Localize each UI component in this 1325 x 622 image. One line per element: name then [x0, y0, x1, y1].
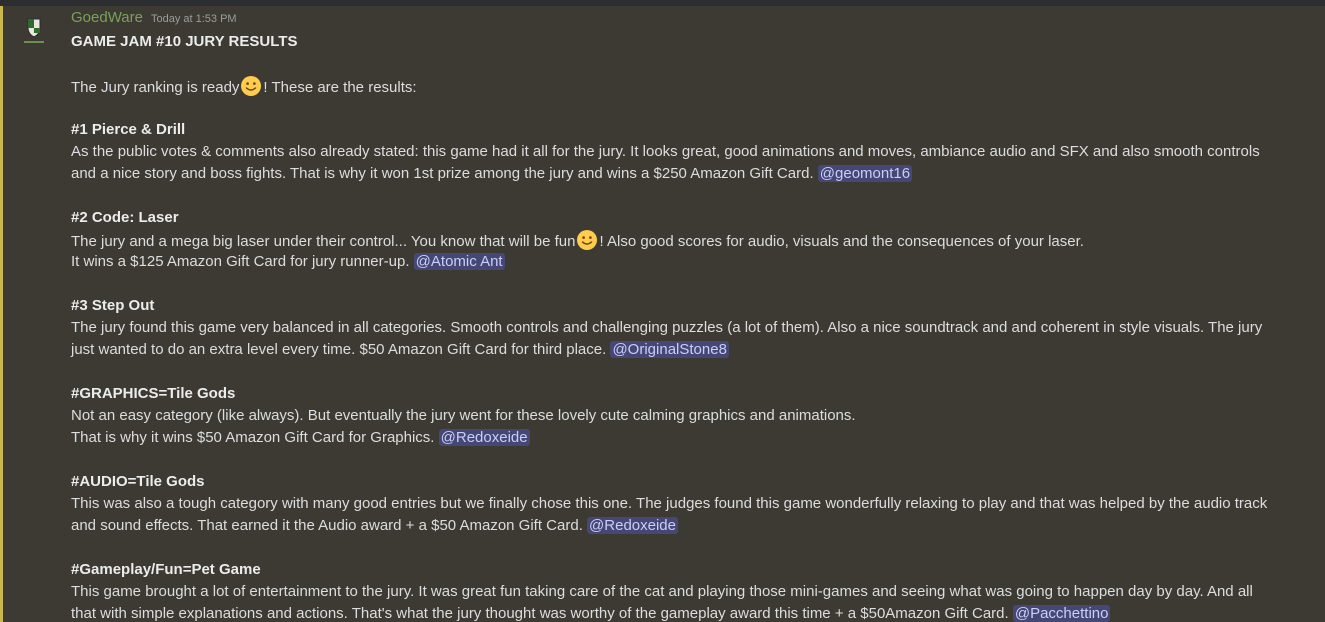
section-text: just wanted to do an extra level every t…: [71, 341, 729, 358]
section-heading: #AUDIO=Tile Gods: [71, 473, 205, 490]
section-heading: #1 Pierce & Drill: [71, 121, 186, 138]
section-heading: #Gameplay/Fun=Pet Game: [71, 561, 261, 578]
section-text: It wins a $125 Amazon Gift Card for jury…: [71, 253, 505, 270]
section-text: and a nice story and boss fights. That i…: [71, 165, 913, 182]
message-header: GoedWare Today at 1:53 PM: [71, 9, 1311, 31]
slightly-smiling-face-icon[interactable]: [576, 229, 598, 251]
intro-line: The Jury ranking is ready! These are the…: [71, 75, 1311, 97]
section-text: That is why it wins $50 Amazon Gift Card…: [71, 429, 530, 446]
author-avatar[interactable]: [16, 14, 52, 50]
chat-message: GoedWare Today at 1:53 PM GAME JAM #10 J…: [71, 9, 1311, 622]
goedware-logo-icon: [16, 14, 52, 50]
section-text: and sound effects. That earned it the Au…: [71, 517, 678, 534]
user-mention[interactable]: @Atomic Ant: [413, 253, 505, 270]
user-mention[interactable]: @Redoxeide: [587, 517, 678, 534]
message-timestamp[interactable]: Today at 1:53 PM: [151, 13, 237, 25]
user-mention[interactable]: @geomont16: [817, 165, 913, 182]
user-mention[interactable]: @Pacchettino: [1012, 605, 1111, 622]
message-highlight-bar: [0, 6, 3, 622]
section-text: This was also a tough category with many…: [71, 495, 1268, 512]
slightly-smiling-face-icon[interactable]: [240, 75, 262, 97]
section-heading: #3 Step Out: [71, 297, 155, 314]
window-top-bar: [0, 0, 1325, 6]
section-text: that with simple explanations and action…: [71, 605, 1111, 622]
message-title: GAME JAM #10 JURY RESULTS: [71, 33, 298, 50]
section-heading: #2 Code: Laser: [71, 209, 179, 226]
section-text: As the public votes & comments also alre…: [71, 143, 1260, 160]
user-mention[interactable]: @OriginalStone8: [610, 341, 729, 358]
author-name[interactable]: GoedWare: [71, 9, 143, 26]
user-mention[interactable]: @Redoxeide: [438, 429, 530, 446]
section-text: This game brought a lot of entertainment…: [71, 583, 1253, 600]
section-text: Not an easy category (like always). But …: [71, 407, 856, 424]
section-text: The jury and a mega big laser under thei…: [71, 229, 1311, 251]
section-text: The jury found this game very balanced i…: [71, 319, 1263, 336]
section-heading: #GRAPHICS=Tile Gods: [71, 385, 236, 402]
